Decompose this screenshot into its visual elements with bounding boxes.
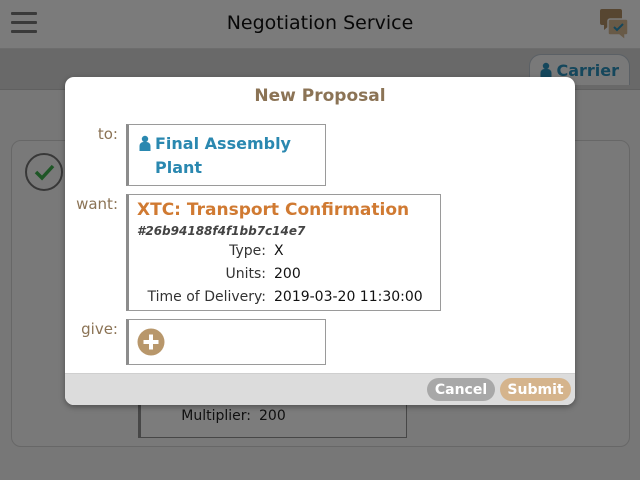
- attribute-value: 2019-03-20 11:30:00: [274, 289, 423, 305]
- give-item-box: [126, 319, 326, 365]
- recipient-box[interactable]: Final Assembly Plant: [126, 124, 326, 186]
- attribute-key: Units:: [225, 266, 266, 282]
- attribute-key: Type:: [229, 243, 266, 259]
- want-item-box[interactable]: XTC: Transport Confirmation #26b94188f4f…: [126, 194, 441, 311]
- want-item-id: #26b94188f4f1bb7c14e7: [137, 224, 306, 238]
- to-label: to:: [97, 125, 118, 143]
- want-item-title: XTC: Transport Confirmation: [137, 200, 410, 220]
- plus-circle-icon[interactable]: [137, 328, 165, 356]
- want-label: want:: [76, 195, 118, 213]
- recipient-name: Final Assembly Plant: [155, 134, 291, 177]
- attribute-key: Time of Delivery:: [147, 289, 266, 305]
- give-label: give:: [81, 320, 118, 338]
- cancel-button[interactable]: Cancel: [427, 378, 495, 401]
- new-proposal-dialog: New Proposal to: Final Assembly Plant wa…: [65, 77, 575, 405]
- person-icon: [139, 135, 151, 151]
- attribute-value: 200: [274, 266, 301, 282]
- dialog-footer: Cancel Submit: [65, 373, 575, 405]
- dialog-title: New Proposal: [254, 86, 386, 106]
- attribute-value: X: [274, 243, 284, 259]
- submit-button[interactable]: Submit: [500, 378, 571, 401]
